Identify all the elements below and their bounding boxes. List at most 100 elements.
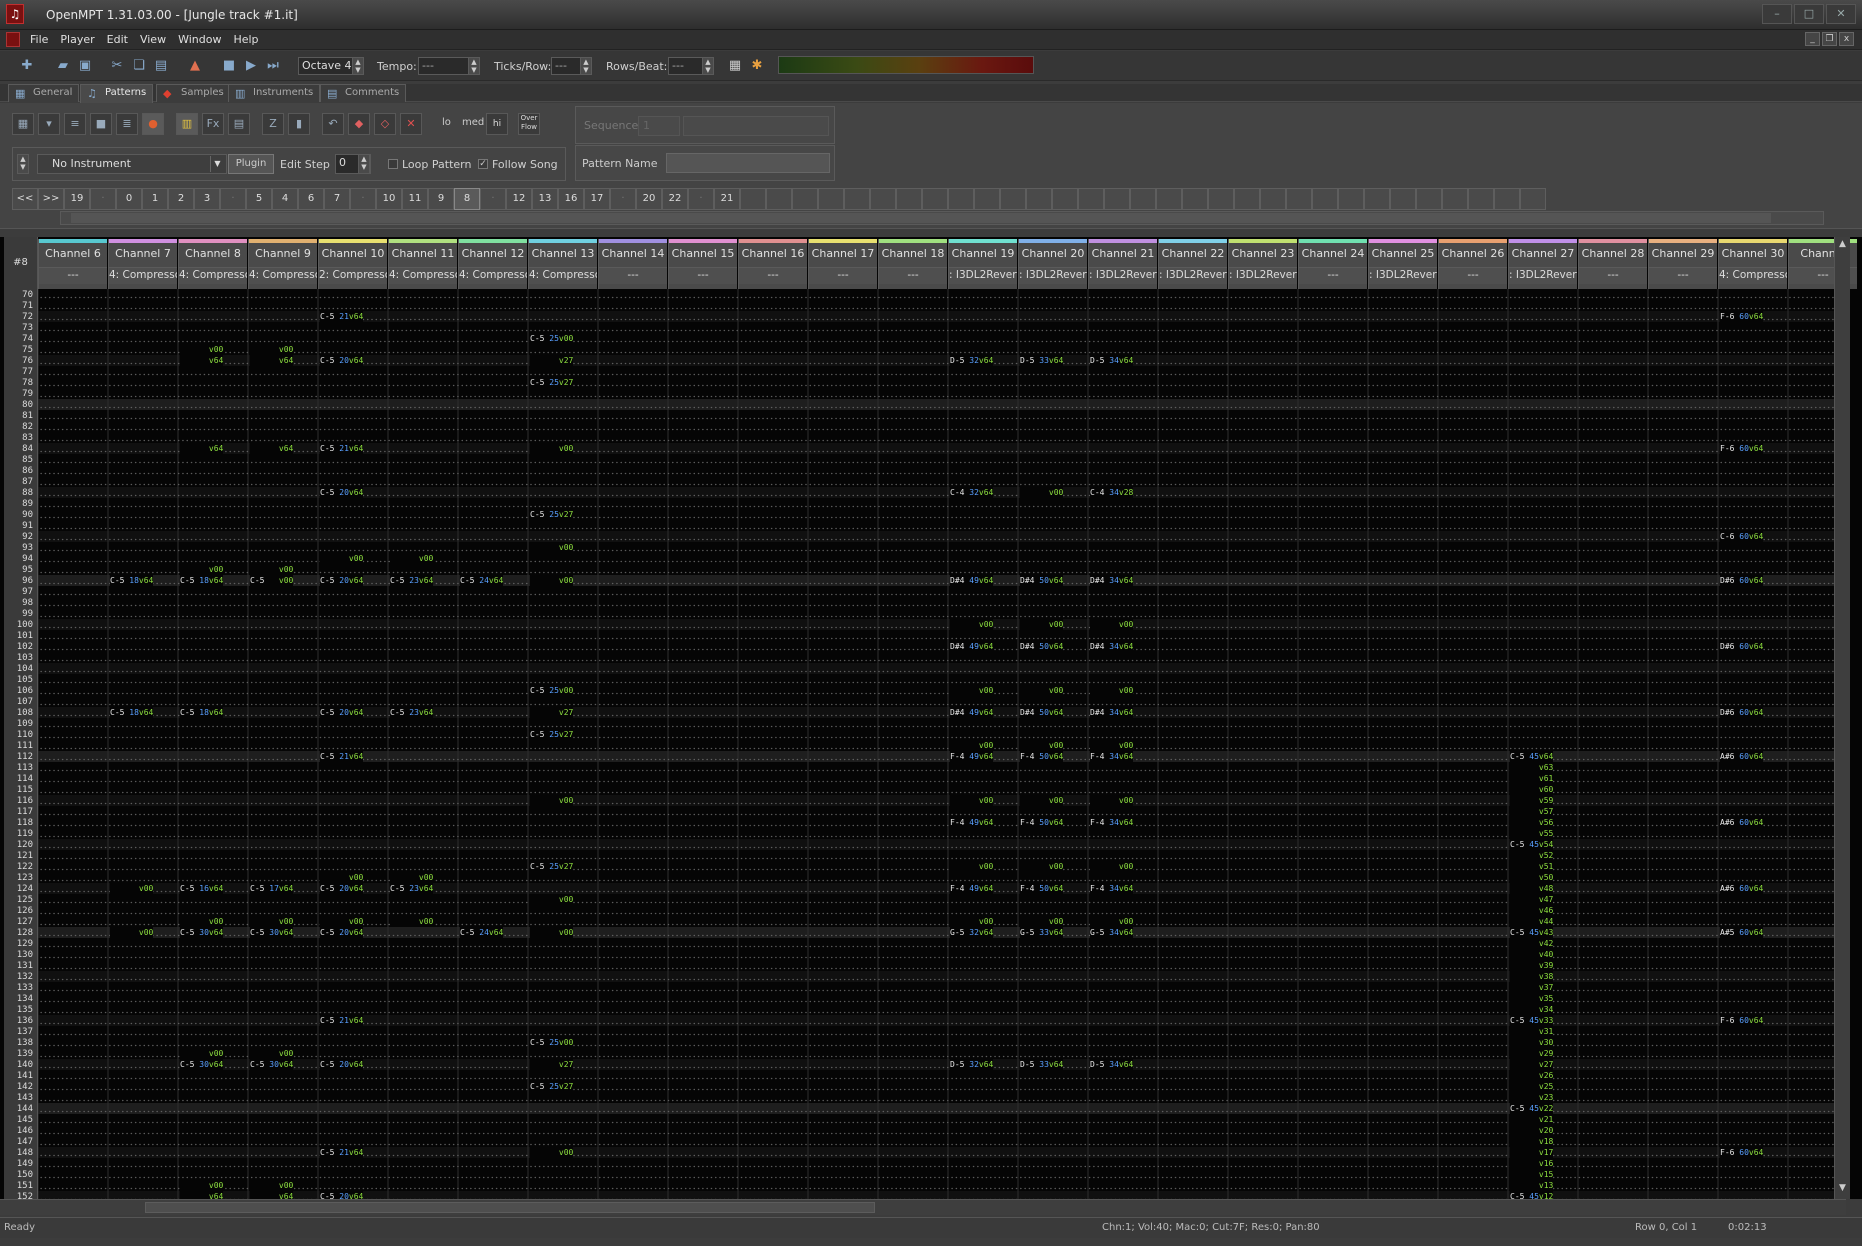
pattern-cell[interactable]: C-5 45v22: [1510, 1103, 1554, 1114]
order-nav-button[interactable]: <<: [12, 188, 38, 210]
row-number[interactable]: 148: [4, 1148, 33, 1158]
row-number[interactable]: 139: [4, 1049, 33, 1059]
channel-header[interactable]: Channel 10 2: Compressor: [318, 239, 387, 289]
pattern-cell[interactable]: v00: [320, 872, 364, 883]
zxx-icon[interactable]: Z: [262, 113, 284, 135]
pattern-cell[interactable]: F-6 60v64: [1720, 1015, 1764, 1026]
pattern-cell[interactable]: C-5 21v64: [320, 443, 364, 454]
order-item[interactable]: [870, 188, 896, 210]
row-number[interactable]: 84: [4, 444, 33, 454]
channel-plugin[interactable]: 4: Compressor: [459, 267, 527, 284]
row-number[interactable]: 147: [4, 1137, 33, 1147]
close-icon[interactable]: ✕: [1826, 4, 1856, 24]
row-number[interactable]: 96: [4, 576, 33, 586]
octave-spinner[interactable]: ▲ ▼: [352, 57, 364, 75]
order-item[interactable]: [1156, 188, 1182, 210]
menu-player[interactable]: Player: [60, 33, 94, 46]
pattern-cell[interactable]: F-4 34v64: [1090, 817, 1134, 828]
pattern-cell[interactable]: D-5 33v64: [1020, 1059, 1064, 1070]
order-item[interactable]: [1364, 188, 1390, 210]
row-number[interactable]: 92: [4, 532, 33, 542]
pattern-cell[interactable]: D#6 60v64: [1720, 575, 1764, 586]
pattern-cell[interactable]: C-5 30v64: [250, 1059, 294, 1070]
order-item[interactable]: 10: [376, 188, 402, 210]
pattern-cell[interactable]: v15: [1510, 1169, 1554, 1180]
order-item[interactable]: [1416, 188, 1442, 210]
tab-samples[interactable]: ◆ Samples: [156, 84, 231, 102]
channel-plugin[interactable]: 4: Compressor: [1719, 267, 1787, 284]
pattern-cell[interactable]: F-4 50v64: [1020, 883, 1064, 894]
channel-plugin[interactable]: 4: Compressor: [109, 267, 177, 284]
pattern-cell[interactable]: v00: [390, 553, 434, 564]
order-item[interactable]: 19: [64, 188, 90, 210]
mdi-restore-icon[interactable]: ❐: [1822, 32, 1837, 46]
order-item[interactable]: [1182, 188, 1208, 210]
pattern-cell[interactable]: v31: [1510, 1026, 1554, 1037]
order-item[interactable]: ·: [480, 188, 506, 210]
channel-plugin[interactable]: ---: [1649, 267, 1717, 284]
menu-help[interactable]: Help: [233, 33, 258, 46]
channel-plugin[interactable]: ---: [39, 267, 107, 284]
order-item[interactable]: [1390, 188, 1416, 210]
pattern-cell[interactable]: C-5 30v64: [180, 1059, 224, 1070]
effects-icon[interactable]: Fx: [202, 113, 224, 135]
pattern-cell[interactable]: D#6 60v64: [1720, 707, 1764, 718]
quality-lo[interactable]: lo: [442, 117, 451, 128]
pattern-cell[interactable]: v59: [1510, 795, 1554, 806]
row-number[interactable]: 98: [4, 598, 33, 608]
pattern-cell[interactable]: v26: [1510, 1070, 1554, 1081]
row-number[interactable]: 103: [4, 653, 33, 663]
order-scrollbar[interactable]: [60, 211, 1824, 225]
row-number[interactable]: 71: [4, 301, 33, 311]
order-item[interactable]: [792, 188, 818, 210]
follow-song-checkbox[interactable]: ✓: [478, 159, 488, 169]
pattern-cell[interactable]: v17: [1510, 1147, 1554, 1158]
quality-hi[interactable]: hi: [486, 113, 508, 135]
order-item[interactable]: [766, 188, 792, 210]
order-item[interactable]: 1: [142, 188, 168, 210]
pattern-cell[interactable]: C-5 v00: [250, 575, 294, 586]
row-number[interactable]: 87: [4, 477, 33, 487]
row-number[interactable]: 72: [4, 312, 33, 322]
pattern-cell[interactable]: F-6 60v64: [1720, 443, 1764, 454]
channel-header[interactable]: Channel 25: I3DL2Revert: [1368, 239, 1437, 289]
order-item[interactable]: [922, 188, 948, 210]
pattern-cell[interactable]: F-4 49v64: [950, 751, 994, 762]
pattern-cell[interactable]: C-5 20v64: [320, 927, 364, 938]
pattern-cell[interactable]: v00: [1020, 916, 1064, 927]
channel-header[interactable]: Channel 18 ---: [878, 239, 947, 289]
order-item[interactable]: 13: [532, 188, 558, 210]
pattern-cell[interactable]: v00: [250, 344, 294, 355]
order-item[interactable]: [1234, 188, 1260, 210]
order-item[interactable]: 22: [662, 188, 688, 210]
pattern-cell[interactable]: v00: [1020, 740, 1064, 751]
order-item[interactable]: [740, 188, 766, 210]
order-item[interactable]: 4: [272, 188, 298, 210]
mdi-close-icon[interactable]: x: [1839, 32, 1854, 46]
order-scroll-thumb[interactable]: [71, 213, 1771, 223]
expand-icon[interactable]: ◆: [348, 113, 370, 135]
pattern-cell[interactable]: C-5 16v64: [180, 883, 224, 894]
pattern-cell[interactable]: C-5 18v64: [180, 707, 224, 718]
order-item[interactable]: 3: [194, 188, 220, 210]
pattern-cell[interactable]: v64: [180, 443, 224, 454]
pattern-cell[interactable]: C-5 20v64: [320, 355, 364, 366]
pattern-grid[interactable]: C-5 21v64 F-6 60v64 C-5 25v00 v00 v00 v64 …: [38, 289, 1838, 1199]
channel-header[interactable]: Channel 21: I3DL2Revert: [1088, 239, 1157, 289]
row-number[interactable]: 125: [4, 895, 33, 905]
paste-icon[interactable]: ▤: [152, 57, 170, 75]
pattern-cell[interactable]: v00: [950, 916, 994, 927]
copy-icon[interactable]: ❏: [130, 57, 148, 75]
row-number[interactable]: 102: [4, 642, 33, 652]
order-item[interactable]: 0: [116, 188, 142, 210]
pattern-hscroll-thumb[interactable]: [145, 1202, 875, 1213]
order-item[interactable]: 20: [636, 188, 662, 210]
pattern-cell[interactable]: C-5 25v27: [530, 509, 574, 520]
pattern-cell[interactable]: C-4 32v64: [950, 487, 994, 498]
edit-step-spinner[interactable]: ▲ ▼: [358, 154, 370, 174]
pattern-cell[interactable]: F-4 34v64: [1090, 751, 1134, 762]
play-icon[interactable]: ▶: [242, 57, 260, 75]
row-number[interactable]: 95: [4, 565, 33, 575]
pattern-cell[interactable]: C-5 24v64: [460, 575, 504, 586]
order-item[interactable]: [818, 188, 844, 210]
